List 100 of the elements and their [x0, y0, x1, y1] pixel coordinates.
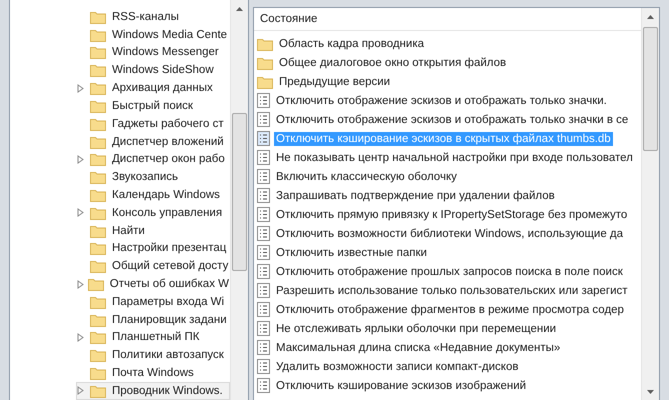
- list-row[interactable]: Общее диалоговое окно открытия файлов: [254, 53, 641, 72]
- folder-icon: [90, 63, 106, 78]
- setting-label: Отключить кэширование эскизов изображений: [275, 378, 528, 392]
- list-row[interactable]: Отключить прямую привязку к IPropertySetStorage без промежуто: [254, 205, 641, 224]
- list-row[interactable]: Отключить отображение прошлых запросов поиска в поле поиск: [254, 262, 641, 281]
- tree-item[interactable]: Быстрый поиск: [76, 96, 230, 115]
- expand-arrow-icon[interactable]: [77, 208, 84, 218]
- folder-icon: [90, 116, 106, 131]
- document-icon: [257, 226, 270, 241]
- setting-label: Общее диалоговое окно открытия файлов: [278, 56, 508, 70]
- document-icon: [257, 131, 270, 146]
- setting-label: Не отслеживать ярлыки оболочки при перемещении: [275, 322, 558, 336]
- document-icon: [257, 340, 270, 355]
- expand-arrow-icon[interactable]: [77, 332, 84, 342]
- list-row[interactable]: Предыдущие версии: [254, 72, 641, 91]
- list-row[interactable]: Отключить возможности библиотеки Windows, использующие да: [254, 224, 641, 243]
- folder-icon: [90, 294, 106, 309]
- scroll-up-icon[interactable]: [236, 6, 243, 10]
- scroll-thumb[interactable]: [232, 113, 247, 271]
- folder-icon: [90, 134, 106, 148]
- tree-item[interactable]: Общий сетевой досту: [76, 257, 230, 276]
- tree-item[interactable]: Планировщик задани: [76, 310, 230, 329]
- tree-item[interactable]: Windows Messenger: [76, 43, 230, 62]
- expand-arrow-icon[interactable]: [77, 84, 84, 93]
- tree-item[interactable]: Календарь Windows: [76, 186, 230, 204]
- folder-icon: [257, 56, 273, 70]
- list-row[interactable]: Разрешить использование только пользовательских или зарегист: [254, 281, 641, 300]
- list-row[interactable]: Отключить известные папки: [254, 243, 641, 262]
- scroll-down-icon[interactable]: [647, 390, 654, 394]
- scroll-thumb[interactable]: [643, 27, 658, 151]
- tree-item[interactable]: Найти: [76, 222, 230, 240]
- setting-label: Удалить возможности записи компакт-дисков: [275, 360, 520, 374]
- folder-icon: [90, 98, 106, 113]
- folder-icon: [257, 74, 273, 88]
- document-icon: [257, 321, 270, 336]
- list-row[interactable]: Удалить возможности записи компакт-дисков: [254, 357, 641, 376]
- tree-item[interactable]: RSS-каналы: [76, 8, 230, 26]
- tree-item[interactable]: Проводник Windows.: [76, 382, 230, 400]
- list-row[interactable]: Запрашивать подтверждение при удалении файлов: [254, 186, 641, 205]
- list-row[interactable]: Область кадра проводника: [254, 34, 641, 53]
- setting-label: Предыдущие версии: [278, 74, 392, 88]
- tree-item[interactable]: Windows SideShow: [76, 61, 230, 80]
- tree-item[interactable]: Настройки презентац: [76, 239, 230, 258]
- document-icon: [257, 112, 270, 127]
- document-icon: [257, 188, 270, 203]
- scrollbar[interactable]: [230, 0, 248, 400]
- setting-label: Отключить отображение прошлых запросов поиска в поле поиск: [275, 264, 624, 278]
- folder-icon: [90, 152, 106, 166]
- tree-item[interactable]: Windows Media Cente: [76, 26, 230, 44]
- tree-item[interactable]: Политики автозапуск: [76, 346, 230, 364]
- tree-item[interactable]: Почта Windows: [76, 364, 230, 382]
- scroll-up-icon[interactable]: [647, 14, 654, 18]
- setting-label: Не показывать центр начальной настройки при входе пользовател: [275, 150, 634, 164]
- expand-arrow-icon[interactable]: [77, 154, 84, 164]
- tree-item[interactable]: Параметры входа Wi: [76, 292, 230, 311]
- list-row[interactable]: Включить классическую оболочку: [254, 167, 641, 186]
- list-row[interactable]: Отключить отображение эскизов и отображать только значки в се: [254, 110, 641, 129]
- folder-icon: [90, 330, 106, 344]
- setting-label: Отключить отображение эскизов и отображать только значки в се: [275, 112, 630, 126]
- setting-label: Разрешить использование только пользовательских или зарегист: [275, 284, 629, 298]
- folder-icon: [257, 36, 273, 50]
- list-row[interactable]: Отключить отображение эскизов и отображать только значки.: [254, 91, 641, 110]
- setting-label: Запрашивать подтверждение при удалении файлов: [275, 188, 556, 202]
- tree-item[interactable]: Диспетчер вложений: [76, 132, 230, 150]
- folder-icon: [90, 224, 106, 238]
- document-icon: [257, 93, 270, 108]
- scrollbar[interactable]: [641, 8, 659, 400]
- document-icon: [257, 245, 270, 260]
- folder-icon: [90, 10, 106, 24]
- list-row[interactable]: Не показывать центр начальной настройки при входе пользовател: [254, 148, 641, 167]
- folder-icon: [90, 312, 106, 327]
- folder-icon: [90, 206, 106, 220]
- setting-label: Максимальная длина списка «Недавние документы»: [275, 340, 562, 354]
- list-row[interactable]: Отключить кэширование эскизов изображений: [254, 376, 641, 395]
- document-icon: [257, 359, 270, 374]
- tree-item[interactable]: Архивация данных: [76, 79, 230, 98]
- setting-label: Отключить известные папки: [275, 246, 428, 260]
- tree-item[interactable]: Планшетный ПК: [76, 328, 230, 346]
- setting-label: Отключить отображение фрагментов в режиме просмотра содер: [275, 302, 625, 316]
- document-icon: [257, 169, 270, 184]
- folder-icon: [90, 170, 106, 184]
- folder-icon: [90, 81, 106, 96]
- list-row[interactable]: Не отслеживать ярлыки оболочки при перемещении: [254, 319, 641, 338]
- tree-item[interactable]: Диспетчер окон рабо: [76, 150, 230, 168]
- tree-item[interactable]: Консоль управления: [76, 204, 230, 222]
- document-icon: [257, 302, 270, 317]
- setting-label: Область кадра проводника: [278, 36, 426, 50]
- folder-icon: [90, 384, 106, 398]
- list-row[interactable]: Отключить отображение фрагментов в режиме просмотра содер: [254, 300, 641, 319]
- tree-item[interactable]: Звукозапись: [76, 168, 230, 186]
- folder-icon: [88, 277, 104, 291]
- list-row[interactable]: Максимальная длина списка «Недавние документы»: [254, 338, 641, 357]
- tree-item[interactable]: Гаджеты рабочего ст: [76, 114, 230, 133]
- document-icon: [257, 283, 270, 298]
- document-icon: [257, 378, 270, 393]
- setting-label: Отключить прямую привязку к IPropertySetStorage без промежуто: [275, 208, 628, 222]
- tree-item[interactable]: Отчеты об ошибках W: [76, 275, 230, 293]
- expand-arrow-icon[interactable]: [77, 386, 84, 396]
- expand-arrow-icon[interactable]: [77, 280, 84, 288]
- document-icon: [257, 264, 270, 279]
